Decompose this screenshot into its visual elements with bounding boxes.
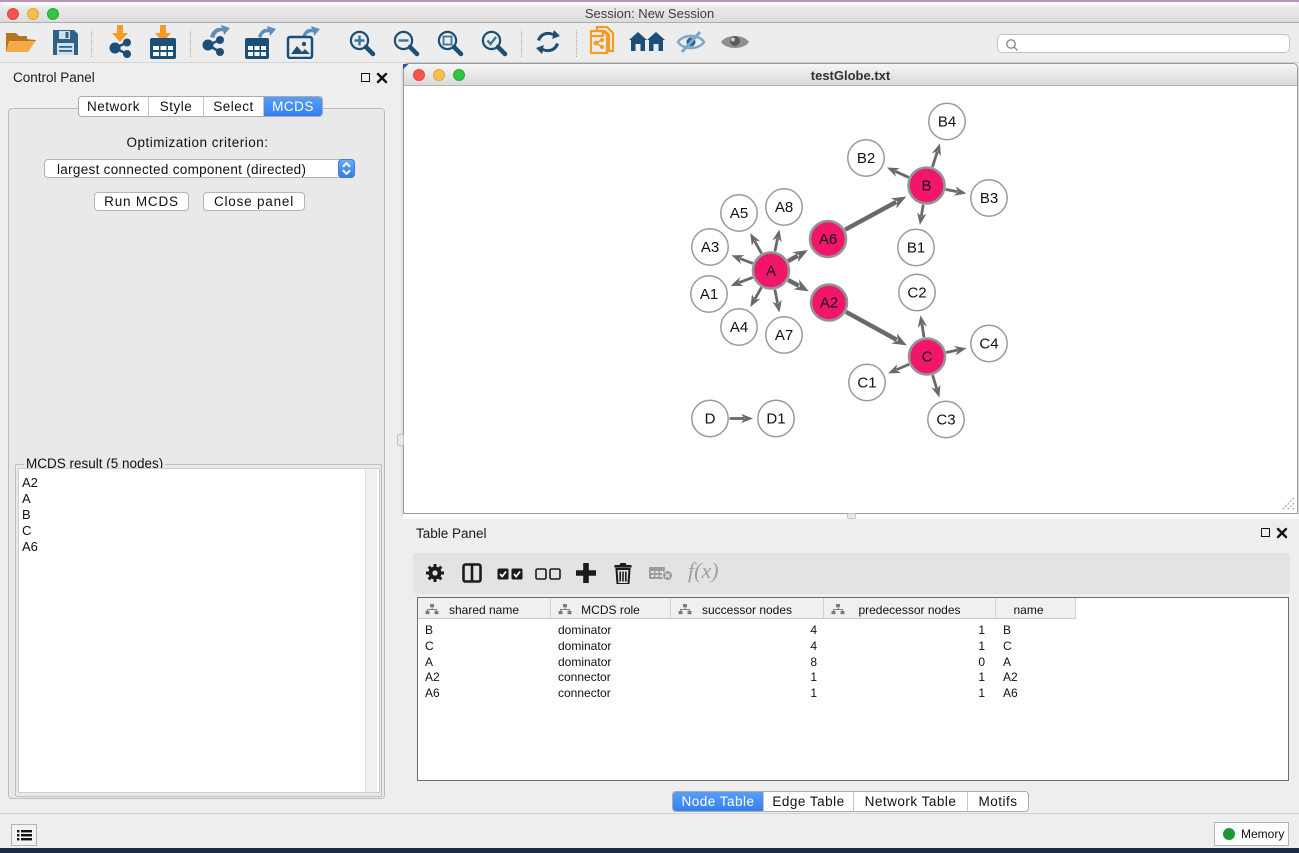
svg-text:A2: A2: [820, 295, 838, 312]
svg-text:C3: C3: [936, 412, 955, 429]
svg-text:B: B: [921, 178, 931, 195]
svg-text:A7: A7: [775, 327, 793, 344]
svg-text:A5: A5: [730, 205, 748, 222]
svg-text:B4: B4: [938, 114, 956, 131]
svg-text:B3: B3: [980, 190, 998, 207]
svg-text:A: A: [766, 263, 776, 280]
svg-text:A6: A6: [819, 231, 837, 248]
svg-text:C4: C4: [979, 336, 998, 353]
svg-text:D: D: [705, 411, 716, 428]
svg-text:A1: A1: [700, 286, 718, 303]
svg-text:C1: C1: [857, 375, 876, 392]
svg-text:C2: C2: [907, 285, 926, 302]
svg-text:A3: A3: [701, 239, 719, 256]
svg-text:A8: A8: [775, 199, 793, 216]
svg-text:A4: A4: [730, 319, 748, 336]
svg-text:C: C: [922, 349, 933, 366]
svg-text:B2: B2: [857, 150, 875, 167]
svg-text:D1: D1: [766, 411, 785, 428]
svg-text:B1: B1: [907, 240, 925, 257]
